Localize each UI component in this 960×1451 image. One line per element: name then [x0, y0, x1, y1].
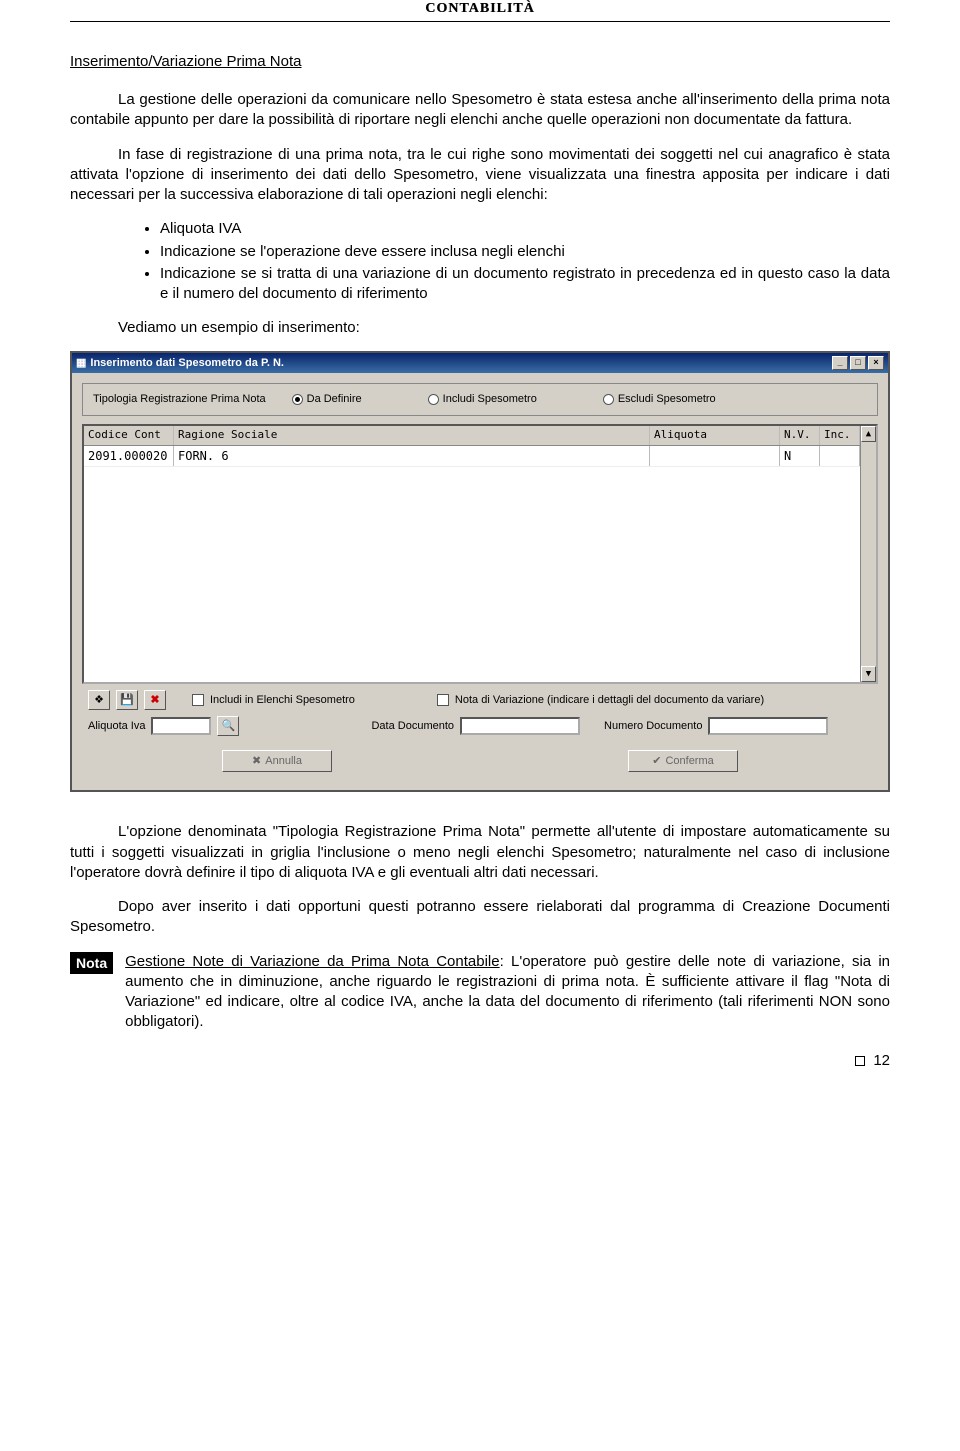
checkbox-nota-variazione[interactable] [437, 694, 449, 706]
cell-inc [820, 446, 860, 466]
aliquota-input[interactable] [151, 717, 211, 735]
minimize-button[interactable]: _ [832, 356, 848, 370]
nota-badge: Nota [70, 952, 113, 975]
cell-ragione: FORN. 6 [174, 446, 650, 466]
annulla-button[interactable]: ✖ Annulla [222, 750, 332, 772]
colon: : [500, 953, 504, 970]
radio-label: Escludi Spesometro [618, 392, 716, 407]
radio-group-label: Tipologia Registrazione Prima Nota [93, 392, 266, 407]
button-label: Annulla [265, 754, 302, 769]
radio-icon [292, 394, 303, 405]
col-header-inc[interactable]: Inc. [820, 426, 860, 445]
data-documento-input[interactable] [460, 717, 580, 735]
list-item: Indicazione se si tratta di una variazio… [160, 264, 890, 305]
close-button[interactable]: × [868, 356, 884, 370]
lookup-button[interactable]: 🔍 [217, 716, 239, 736]
page-header: CONTABILITÀ [70, 0, 890, 22]
paragraph: Dopo aver inserito i dati opportuni ques… [70, 897, 890, 938]
spesometro-dialog: ▦ Inserimento dati Spesometro da P. N. _… [70, 351, 890, 793]
list-item: Indicazione se l'operazione deve essere … [160, 242, 890, 262]
page-number: 12 [873, 1051, 890, 1071]
grid-tool-button[interactable]: ❖ [88, 690, 110, 710]
table-row[interactable]: 2091.000020 FORN. 6 N [84, 446, 860, 467]
check-icon: ✔ [652, 754, 661, 769]
vertical-scrollbar[interactable]: ▲ ▼ [860, 426, 876, 682]
radio-label: Includi Spesometro [443, 392, 537, 407]
col-header-ragione[interactable]: Ragione Sociale [174, 426, 650, 445]
button-label: Conferma [665, 754, 713, 769]
paragraph: In fase di registrazione di una prima no… [70, 145, 890, 206]
checkbox-label: Nota di Variazione (indicare i dettagli … [455, 693, 764, 708]
tipologia-fieldset: Tipologia Registrazione Prima Nota Da De… [82, 383, 878, 416]
scroll-up-icon[interactable]: ▲ [861, 426, 876, 442]
delete-button[interactable]: ✖ [144, 690, 166, 710]
cell-aliquota [650, 446, 780, 466]
dialog-titlebar[interactable]: ▦ Inserimento dati Spesometro da P. N. _… [72, 353, 888, 374]
save-button[interactable]: 💾 [116, 690, 138, 710]
conferma-button[interactable]: ✔ Conferma [628, 750, 738, 772]
nota-title: Gestione Note di Variazione da Prima Not… [125, 953, 499, 970]
radio-da-definire[interactable]: Da Definire [292, 392, 362, 407]
paragraph: La gestione delle operazioni da comunica… [70, 90, 890, 131]
col-header-nv[interactable]: N.V. [780, 426, 820, 445]
square-bullet-icon [855, 1056, 865, 1066]
radio-icon [603, 394, 614, 405]
radio-label: Da Definire [307, 392, 362, 407]
radio-escludi[interactable]: Escludi Spesometro [603, 392, 716, 407]
data-grid[interactable]: Codice Cont Ragione Sociale Aliquota N.V… [82, 424, 878, 684]
checkbox-includi-elenchi[interactable] [192, 694, 204, 706]
numero-documento-input[interactable] [708, 717, 828, 735]
col-header-aliquota[interactable]: Aliquota [650, 426, 780, 445]
col-header-codice[interactable]: Codice Cont [84, 426, 174, 445]
cancel-icon: ✖ [252, 754, 261, 769]
numero-documento-label: Numero Documento [604, 719, 702, 734]
paragraph: Vediamo un esempio di inserimento: [70, 318, 890, 338]
paragraph: L'opzione denominata "Tipologia Registra… [70, 822, 890, 883]
aliquota-label: Aliquota Iva [88, 719, 145, 734]
section-title: Inserimento/Variazione Prima Nota [70, 52, 890, 72]
dialog-title: Inserimento dati Spesometro da P. N. [90, 356, 284, 371]
radio-includi[interactable]: Includi Spesometro [428, 392, 537, 407]
list-item: Aliquota IVA [160, 219, 890, 239]
bullet-list: Aliquota IVA Indicazione se l'operazione… [70, 219, 890, 304]
cell-nv: N [780, 446, 820, 466]
scroll-down-icon[interactable]: ▼ [861, 666, 876, 682]
app-icon: ▦ [76, 356, 86, 371]
checkbox-label: Includi in Elenchi Spesometro [210, 693, 355, 708]
radio-icon [428, 394, 439, 405]
maximize-button[interactable]: □ [850, 356, 866, 370]
cell-codice: 2091.000020 [84, 446, 174, 466]
data-documento-label: Data Documento [371, 719, 454, 734]
